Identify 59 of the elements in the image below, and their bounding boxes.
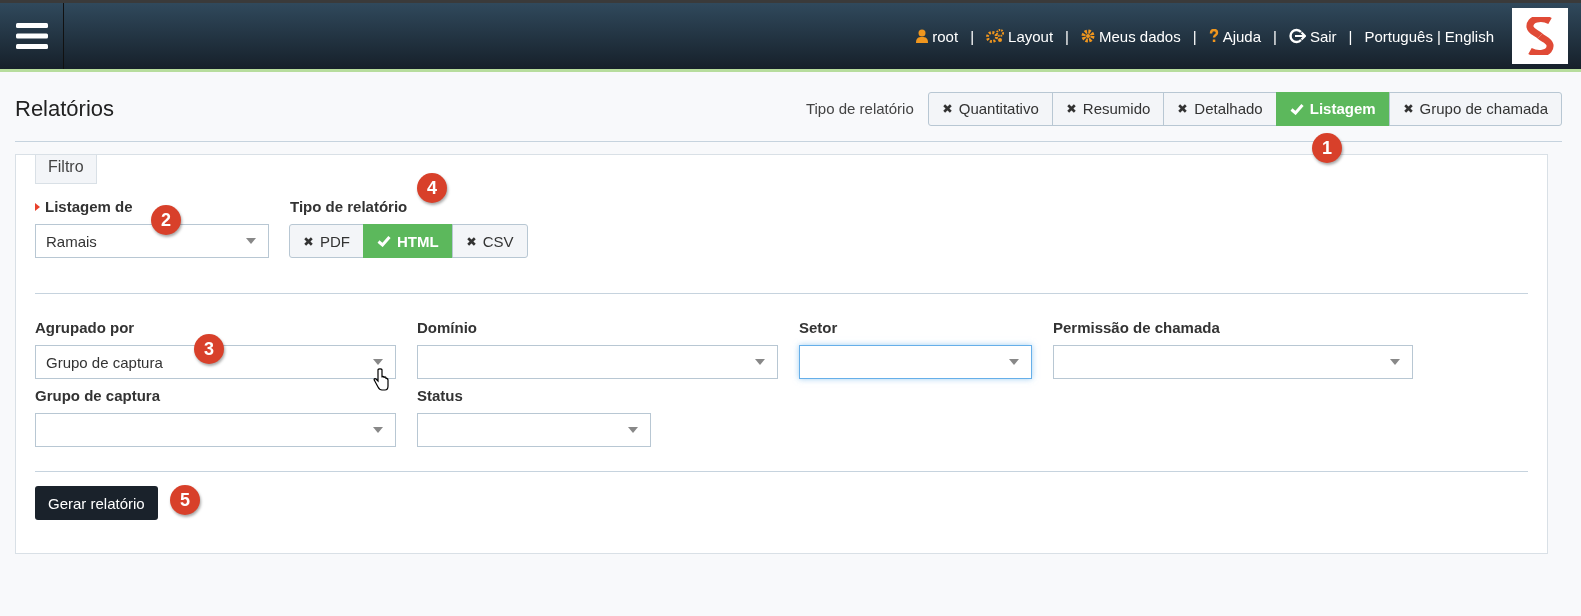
- report-type-label: Tipo de relatório: [805, 100, 914, 117]
- menu-link[interactable]: Layout: [986, 27, 1054, 45]
- separator: |: [1273, 27, 1277, 45]
- menu-link[interactable]: Meus dados: [1081, 27, 1181, 45]
- x-icon: [1402, 103, 1414, 114]
- caret-icon: [1009, 359, 1019, 365]
- report-type-tab[interactable]: Grupo de chamada: [1388, 91, 1562, 126]
- caret-icon: [373, 359, 383, 365]
- language-link[interactable]: English: [1444, 27, 1494, 45]
- page-title: Relatórios: [15, 95, 115, 122]
- logo-icon: [1523, 17, 1557, 55]
- report-type-tab[interactable]: Quantitativo: [927, 91, 1053, 126]
- hand-cursor-icon: [373, 368, 389, 392]
- report-type-tab[interactable]: Resumido: [1051, 91, 1165, 126]
- x-icon: [303, 235, 314, 247]
- x-icon: [1177, 103, 1189, 114]
- filter-tab[interactable]: Filtro: [35, 155, 97, 184]
- caret-icon: [1390, 359, 1400, 365]
- field-label: Permissão de chamada: [1053, 319, 1221, 336]
- select-field[interactable]: [799, 345, 1032, 379]
- separator: |: [1192, 27, 1197, 45]
- field-label: Setor: [799, 319, 839, 336]
- caret-icon: [628, 427, 638, 433]
- field-label: Status: [417, 387, 464, 404]
- separator: |: [1436, 27, 1441, 45]
- report-type-tab[interactable]: Detalhado: [1163, 91, 1277, 126]
- generate-report-button[interactable]: Gerar relatório: [35, 486, 158, 520]
- x-icon: [465, 235, 477, 247]
- gears-icon: [986, 29, 1005, 43]
- separator: |: [970, 27, 975, 45]
- field-label: Grupo de captura: [35, 387, 162, 404]
- step-badge: 1: [1312, 133, 1342, 163]
- check-icon: [1289, 102, 1304, 115]
- separator: |: [1065, 27, 1069, 45]
- menu-link[interactable]: Ajuda: [1208, 27, 1261, 45]
- caret-icon: [755, 359, 765, 365]
- format-toggle[interactable]: PDF: [289, 224, 364, 258]
- x-icon: [941, 103, 953, 114]
- format-toggle[interactable]: CSV: [451, 224, 528, 258]
- check-icon: [377, 235, 391, 247]
- menu-icon[interactable]: [15, 23, 48, 49]
- question-mark-icon: [1208, 29, 1219, 43]
- field-label: Domínio: [417, 319, 478, 336]
- x-icon: [1065, 103, 1077, 114]
- gear-icon: [1081, 29, 1095, 43]
- select-field[interactable]: [1053, 345, 1413, 379]
- caret-icon: [373, 427, 383, 433]
- language-link[interactable]: Português: [1364, 27, 1433, 45]
- field-label: Tipo de relatório: [290, 198, 409, 215]
- menu-link[interactable]: Sair: [1288, 27, 1337, 45]
- select-field[interactable]: [417, 345, 778, 379]
- field-label: Agrupado por: [35, 319, 136, 336]
- select-field[interactable]: [417, 413, 651, 447]
- separator: |: [1348, 27, 1353, 45]
- caret-icon: [246, 238, 256, 244]
- sign-out-icon: [1288, 28, 1306, 44]
- menu-link[interactable]: root: [916, 27, 959, 45]
- select-field[interactable]: [35, 413, 396, 447]
- user-icon: [916, 29, 929, 43]
